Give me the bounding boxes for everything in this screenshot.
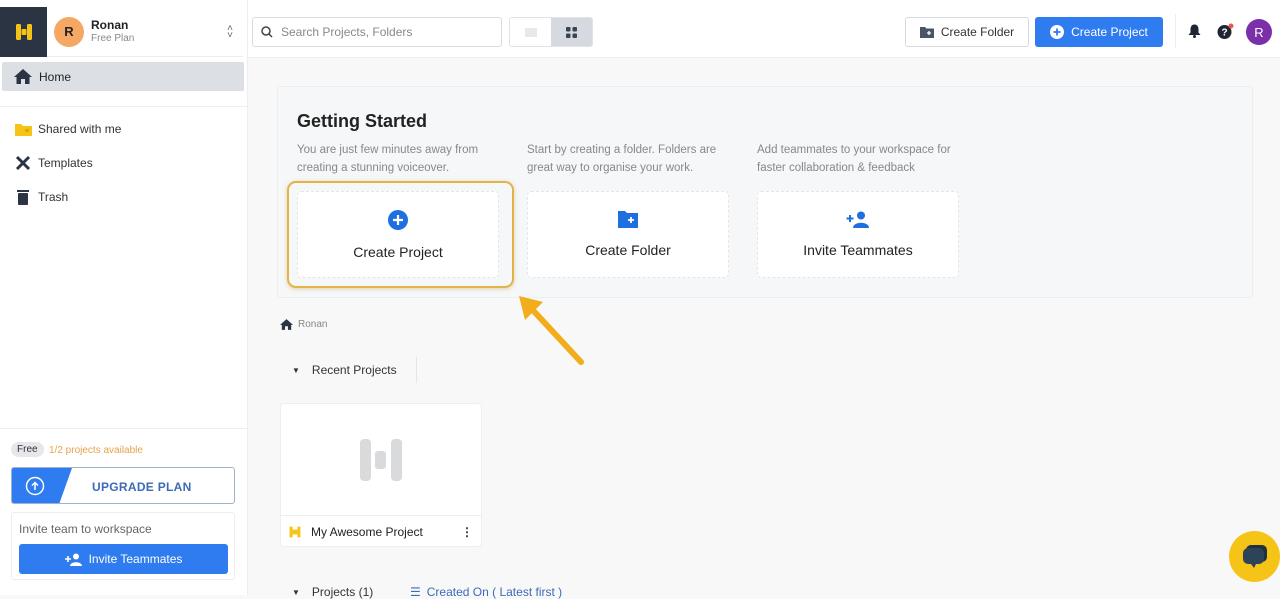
upgrade-plan-button[interactable]: UPGRADE PLAN [11,467,235,504]
caret-down-icon: ▼ [292,365,300,375]
chat-button[interactable] [1229,531,1280,582]
invite-panel: Invite team to workspace Invite Teammate… [11,512,235,580]
add-user-icon [846,211,869,228]
plus-circle-icon [1050,25,1065,39]
caret-down-icon: ▼ [292,587,300,597]
list-view-icon [524,27,537,37]
recent-projects-label: Recent Projects [311,363,397,377]
workspace-switcher[interactable]: R Ronan Free Plan ˄ ˅ [47,7,243,57]
breadcrumb-label: Ronan [298,319,328,330]
profile-avatar[interactable]: R [1246,19,1272,45]
sidebar-item-home[interactable]: Home [2,62,244,91]
sort-icon: ☰ [410,585,421,599]
create-folder-card[interactable]: Create Folder [527,191,729,278]
sort-label: Created On ( Latest first ) [426,585,563,599]
sidebar: R Ronan Free Plan ˄ ˅ Home Shared with me… [0,0,248,595]
divider [0,428,248,429]
add-user-icon [64,553,82,566]
projects-toggle[interactable]: ▼ Projects (1) [292,585,373,599]
upgrade-label: UPGRADE PLAN [92,480,192,494]
invite-title: Invite team to workspace [19,522,152,536]
bell-icon [1188,24,1201,38]
logo-icon [15,24,32,40]
breadcrumb[interactable]: Ronan [280,319,327,330]
project-logo-icon [289,526,301,537]
home-icon [280,319,293,330]
project-card[interactable]: My Awesome Project ⋮ [280,403,482,547]
getting-started-title: Getting Started [297,111,428,131]
help-button[interactable]: ? [1217,23,1234,45]
templates-icon [14,155,32,171]
sidebar-item-label: Shared with me [38,122,122,136]
sidebar-item-label: Home [39,69,72,84]
project-thumbnail [281,404,481,516]
create-folder-label: Create Folder [940,25,1015,39]
user-plan: Free Plan [91,32,135,44]
recent-projects-toggle[interactable]: ▼ Recent Projects [292,363,397,377]
sidebar-item-trash[interactable]: Trash [14,189,68,205]
card-description: Add teammates to your workspace for fast… [757,144,951,174]
highlight-annotation [287,181,514,288]
folder-plus-icon [919,26,934,38]
grid-view-icon [566,26,577,38]
create-folder-button[interactable]: Create Folder [905,17,1029,47]
projects-label: Projects (1) [311,585,374,599]
user-name: Ronan [91,17,129,32]
invite-teammates-card[interactable]: Invite Teammates [757,191,959,278]
divider [1175,14,1176,48]
plan-badge: Free [11,442,44,457]
create-project-button[interactable]: Create Project [1035,17,1163,47]
card-label: Invite Teammates [803,242,913,258]
view-toggle [509,17,593,47]
sidebar-item-shared[interactable]: Shared with me [14,121,121,137]
user-avatar: R [54,16,84,47]
invite-button-label: Invite Teammates [88,552,183,566]
app-logo[interactable] [0,7,47,57]
sort-dropdown[interactable]: ☰ Created On ( Latest first ) [410,585,562,599]
shared-folder-icon [14,121,32,137]
create-project-label: Create Project [1071,25,1148,39]
grid-view-button[interactable] [551,18,592,46]
folder-plus-icon [618,211,638,228]
projects-available: 1/2 projects available [49,445,143,456]
svg-text:?: ? [1221,28,1227,39]
chevron-updown-icon[interactable]: ˄ ˅ [227,24,233,41]
invite-teammates-button[interactable]: Invite Teammates [19,544,228,574]
more-options-icon[interactable]: ⋮ [461,525,473,539]
card-description: You are just few minutes away from creat… [297,144,479,174]
divider [0,106,248,107]
chat-icon [1242,544,1267,568]
help-icon: ? [1217,23,1234,39]
search-input[interactable]: Search Projects, Folders [252,17,502,47]
home-icon [14,69,32,84]
sidebar-item-templates[interactable]: Templates [14,155,93,171]
project-placeholder-icon [360,438,402,481]
notifications-button[interactable] [1188,24,1201,43]
trash-icon [14,189,32,205]
upgrade-arrow-icon [25,476,45,496]
sidebar-item-label: Templates [38,156,93,170]
top-bar: Search Projects, Folders Create Folder C… [248,0,1280,58]
annotation-arrow-icon [519,296,584,365]
search-placeholder: Search Projects, Folders [281,25,413,39]
project-name: My Awesome Project [311,524,423,539]
list-view-button[interactable] [510,18,551,46]
search-icon [261,26,273,38]
sidebar-item-label: Trash [38,190,69,204]
divider [416,357,417,383]
card-description: Start by creating a folder. Folders are … [527,144,717,174]
card-label: Create Folder [585,242,671,258]
